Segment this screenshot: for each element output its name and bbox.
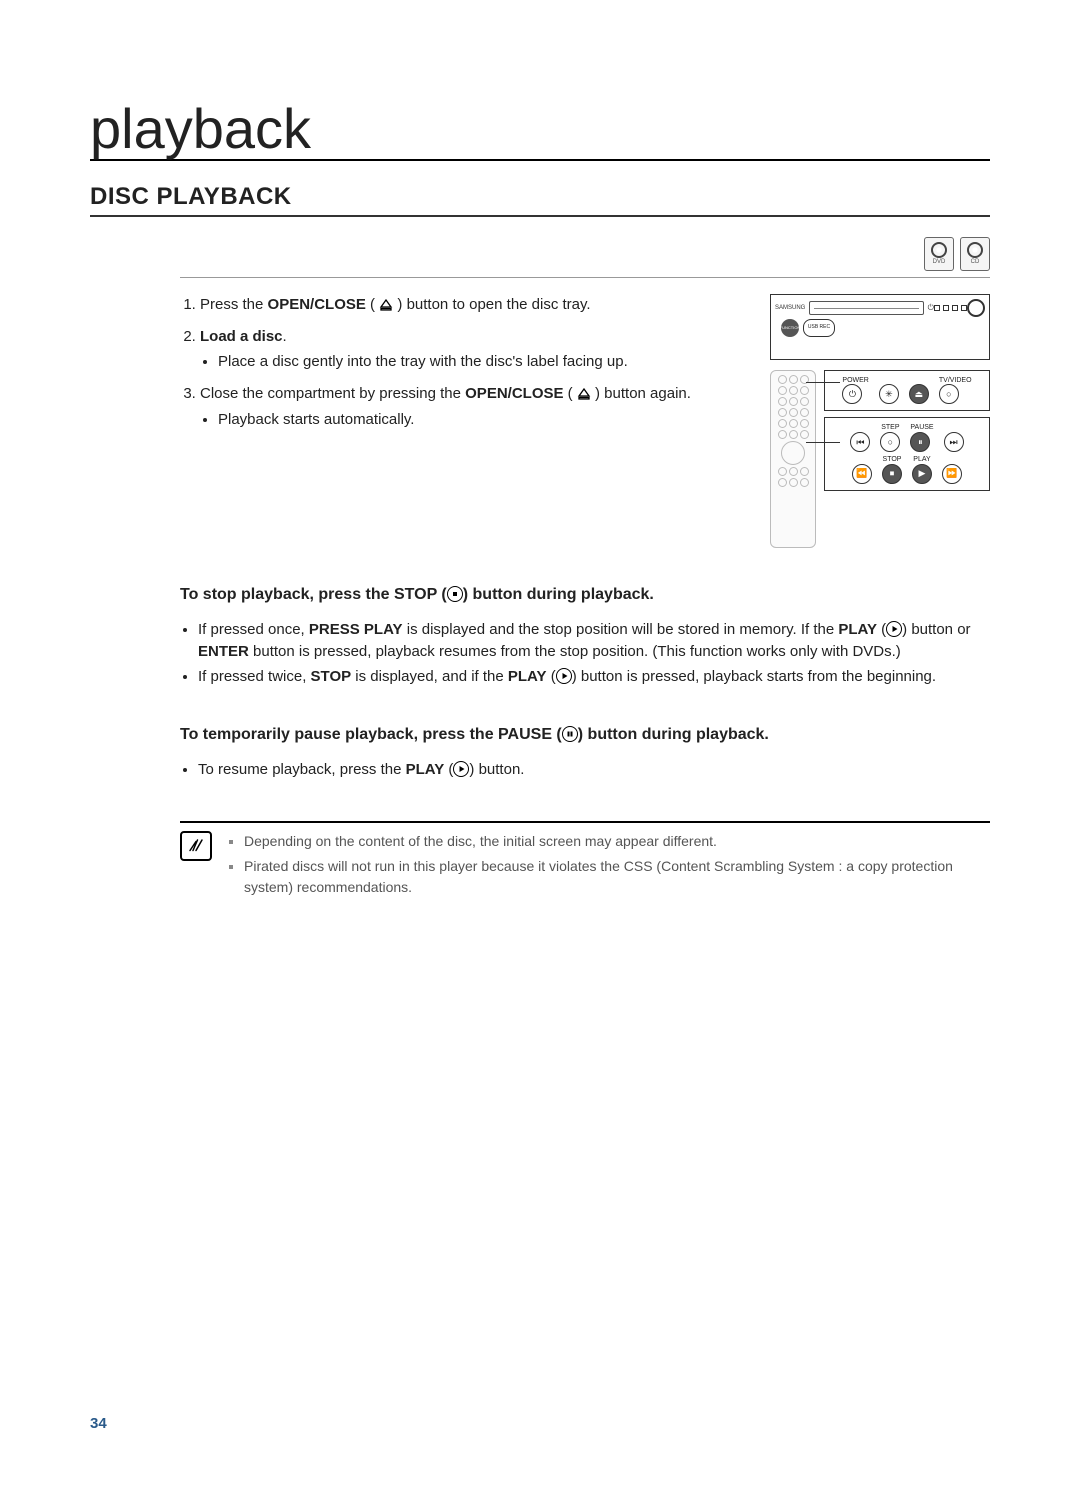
step-icon: ○ <box>880 432 900 452</box>
remote-callout-bottom: ⏮ STEP○ PAUSE⏸ ⏭ ⏪ STOP⏹ PLAY▶ ⏩ <box>824 417 990 490</box>
note-icon <box>180 831 212 861</box>
source-icon: ✳ <box>879 384 899 404</box>
stop-playback-heading: To stop playback, press the STOP () butt… <box>180 586 990 604</box>
eject-icon <box>577 388 591 400</box>
note-item: Depending on the content of the disc, th… <box>244 831 990 852</box>
note-item: Pirated discs will not run in this playe… <box>244 856 990 898</box>
function-knob-icon: FUNCTION <box>781 319 799 337</box>
remote-callout-top: POWER⏻ ✳ ⏏ TV/VIDEO○ <box>824 370 990 412</box>
play-icon <box>556 668 572 684</box>
eject-icon: ⏏ <box>909 384 929 404</box>
stop-icon: ⏹ <box>882 464 902 484</box>
prev-track-icon: ⏮ <box>850 432 870 452</box>
step-1: Press the OPEN/CLOSE ( ) button to open … <box>200 294 760 316</box>
pause-icon <box>562 726 578 742</box>
pause-icon: ⏸ <box>910 432 930 452</box>
next-track-icon: ⏭ <box>944 432 964 452</box>
pause-playback-bullets: To resume playback, press the PLAY () bu… <box>180 759 990 781</box>
volume-dial-icon <box>967 299 985 317</box>
play-icon <box>886 621 902 637</box>
divider <box>180 277 990 278</box>
disc-tray-icon <box>809 301 923 315</box>
rewind-icon: ⏪ <box>852 464 872 484</box>
forward-icon: ⏩ <box>942 464 962 484</box>
remote-figure: POWER⏻ ✳ ⏏ TV/VIDEO○ ⏮ STEP○ PAUSE⏸ <box>770 370 990 548</box>
front-buttons-icon <box>934 305 967 311</box>
step-3: Close the compartment by pressing the OP… <box>200 383 760 431</box>
section-subtitle: DISC PLAYBACK <box>90 183 990 217</box>
page-number: 34 <box>90 1415 107 1432</box>
instruction-text: Press the OPEN/CLOSE ( ) button to open … <box>180 294 760 548</box>
tv-video-icon: ○ <box>939 384 959 404</box>
play-icon: ▶ <box>912 464 932 484</box>
play-icon <box>453 761 469 777</box>
pause-playback-heading: To temporarily pause playback, press the… <box>180 726 990 744</box>
note-divider <box>180 821 990 823</box>
power-icon: ⏻ <box>842 384 862 404</box>
stop-icon <box>447 586 463 602</box>
note-block: Depending on the content of the disc, th… <box>180 831 990 902</box>
dvd-disc-icon: DVD <box>924 237 954 271</box>
disc-type-icons: DVD CD <box>180 237 990 271</box>
eject-icon <box>379 299 393 311</box>
brand-label: SAMSUNG <box>775 305 805 311</box>
player-front-figure: SAMSUNG ⏻ FUNCTION USB REC <box>770 294 990 360</box>
figures-column: SAMSUNG ⏻ FUNCTION USB REC <box>770 294 990 548</box>
step-2: Load a disc. Place a disc gently into th… <box>200 326 760 374</box>
cd-disc-icon: CD <box>960 237 990 271</box>
usb-port-icon: USB REC <box>803 319 835 337</box>
section-title: playback <box>90 100 990 161</box>
stop-playback-bullets: If pressed once, PRESS PLAY is displayed… <box>180 619 990 688</box>
remote-outline-icon <box>770 370 816 548</box>
